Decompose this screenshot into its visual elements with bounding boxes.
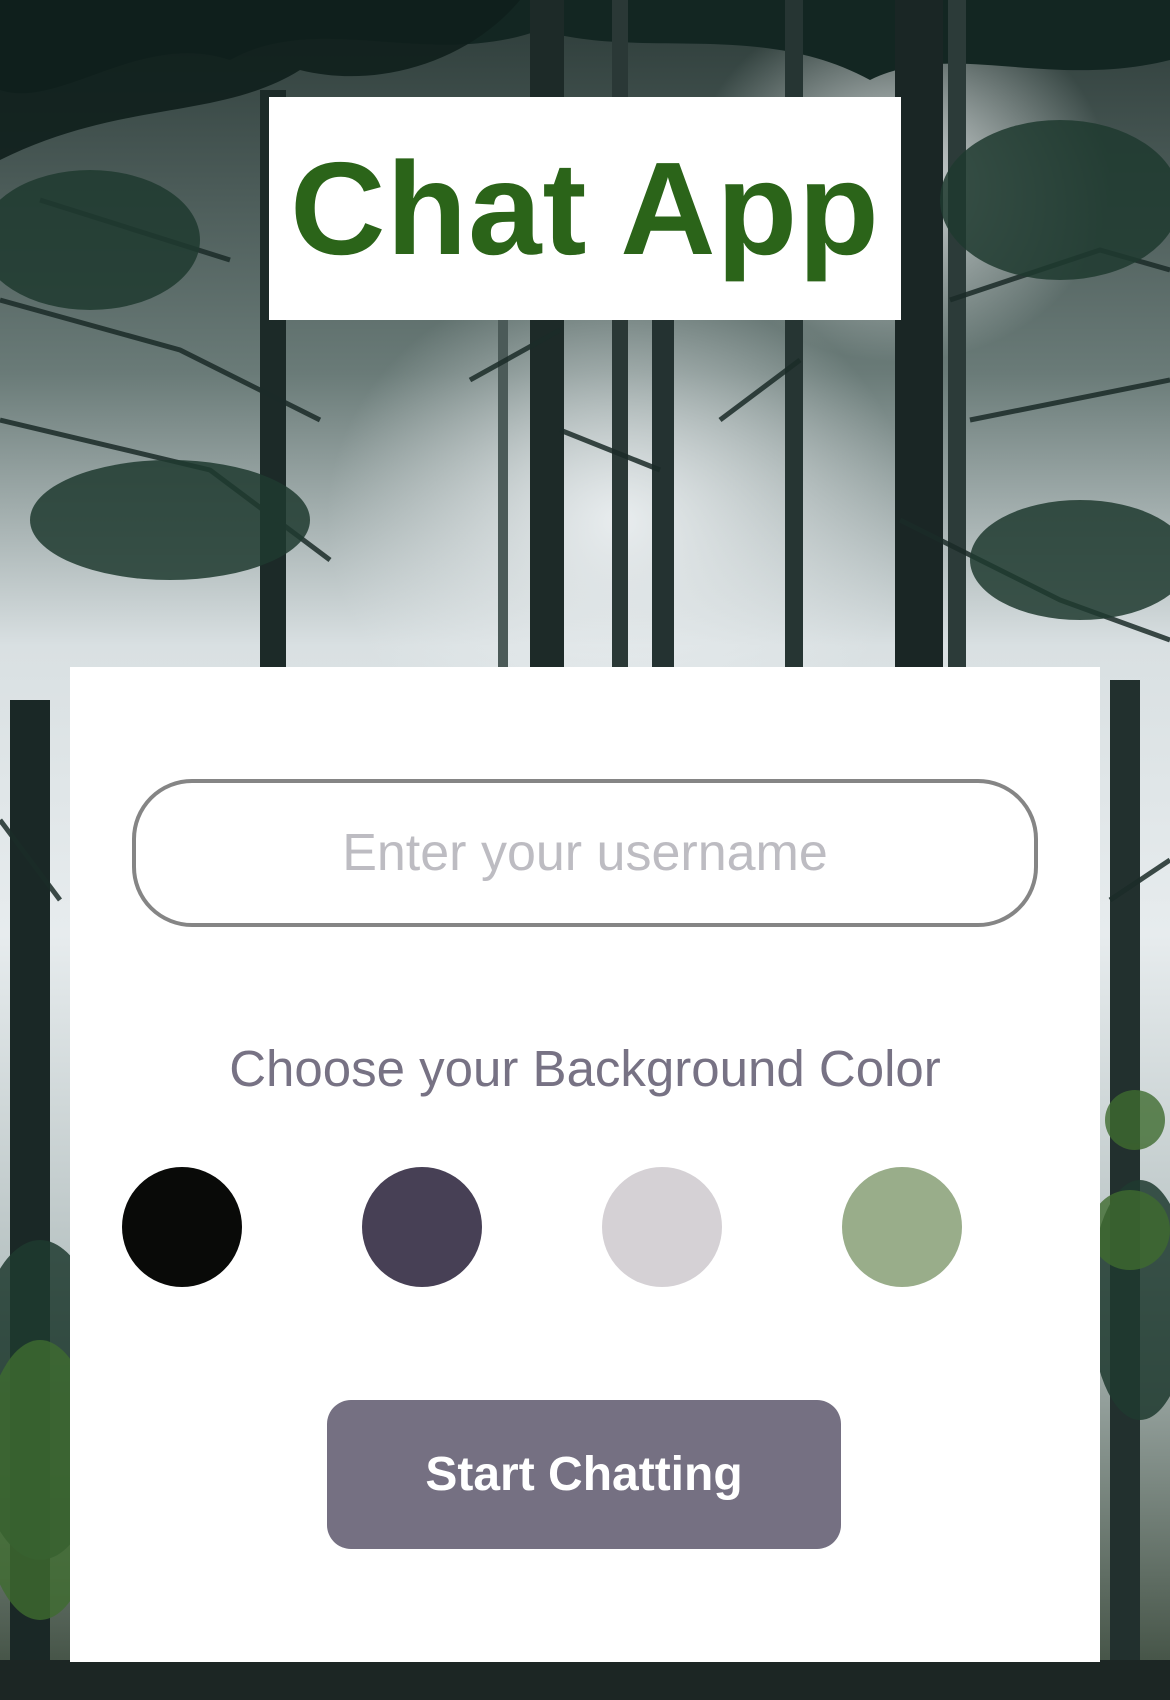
username-field[interactable] [132, 779, 1038, 927]
color-swatch-sage-green[interactable] [842, 1167, 962, 1287]
start-chatting-button[interactable]: Start Chatting [327, 1400, 841, 1549]
start-chatting-label: Start Chatting [425, 1448, 743, 1501]
color-swatch-black[interactable] [122, 1167, 242, 1287]
app-title: Chat App [290, 134, 880, 282]
username-input[interactable] [136, 822, 1034, 884]
color-swatch-light-gray[interactable] [602, 1167, 722, 1287]
app-title-banner: Chat App [269, 97, 901, 320]
color-swatch-dark-purple[interactable] [362, 1167, 482, 1287]
login-card: Choose your Background Color Start Chatt… [70, 667, 1100, 1662]
color-prompt-label: Choose your Background Color [229, 1040, 941, 1097]
